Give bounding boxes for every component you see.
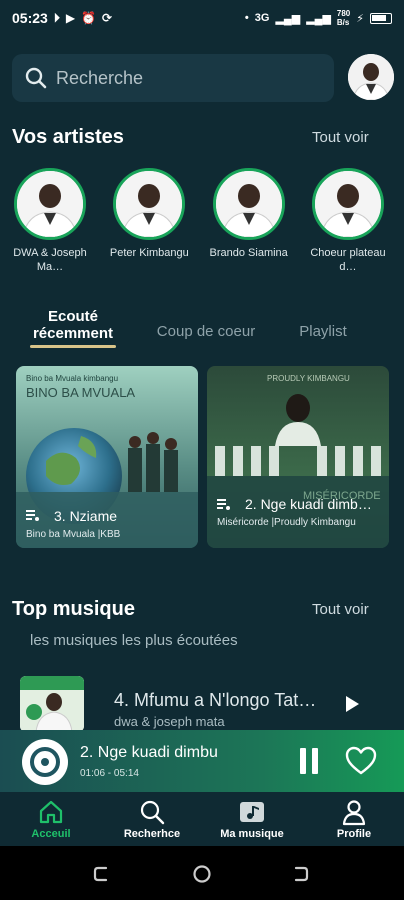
mini-player[interactable]: 2. Nge kuadi dimbu 01:06 - 05:14 [0,730,404,792]
nav-search[interactable]: Recherhce [112,798,192,840]
artist-name: Brando Siamina [209,247,288,259]
album-art-subtext: PROUDLY KIMBANGU [267,374,350,383]
network-type: 3G [254,12,270,24]
disc-icon [22,739,68,785]
artist-avatar [14,168,86,240]
recent-track-title: 2. Nge kuadi dimb… [245,496,372,512]
music-library-icon [240,802,264,822]
artist-avatar [212,168,285,240]
recent-card[interactable]: PROUDLY KIMBANGU MISÉRICORDE 2. Nge kuad… [207,366,389,548]
nav-home[interactable]: Acceuil [11,798,91,840]
nav-my-music-label: Ma musique [220,828,284,840]
artist-card[interactable]: Peter Kimbangu [109,168,189,274]
alarm-icon: ⏰ [81,11,97,25]
status-bar: 05:23 ⏵ ▶ ⏰ ⟳ • 3G ▂▄▆ ▂▄▆ 780 B/s ⚡ [0,0,404,36]
play-status-icon: ⏵ [53,10,60,25]
nav-my-music[interactable]: Ma musique [212,798,292,840]
battery-icon [370,12,392,24]
nav-profile[interactable]: Profile [314,798,394,840]
signal-icon-2: ▂▄▆ [306,12,331,25]
artist-card[interactable]: DWA & Joseph Ma… [10,168,90,274]
heart-icon[interactable] [344,744,378,778]
recent-apps-icon[interactable] [92,864,112,884]
queue-music-icon [26,510,39,521]
album-art-subtext: Bino ba Mvuala kimbangu [26,374,119,383]
network-speed-unit: B/s [336,18,350,27]
recent-track-title: 3. Nziame [54,508,118,524]
sync-icon: ⟳ [102,11,113,25]
artist-avatar [113,168,186,240]
track-row[interactable]: 4. Mfumu a N'longo Tat… dwa & joseph mat… [0,672,404,732]
home-icon [39,800,63,824]
clock: 05:23 [12,10,48,26]
play-icon[interactable] [346,696,359,712]
queue-music-icon [217,499,230,510]
top-music-see-all-link[interactable]: Tout voir [312,601,369,618]
artist-name: Peter Kimbangu [109,247,189,259]
active-tab-indicator [30,345,116,348]
search-icon [140,800,165,825]
artists-section-title: Vos artistes [12,126,124,148]
artist-name: Choeur plateau d… [310,247,386,273]
search-bar[interactable] [12,54,334,102]
now-playing-title: 2. Nge kuadi dimbu [80,744,218,761]
top-music-subtitle: les musiques les plus écoutées [30,632,238,649]
track-artist: dwa & joseph mata [114,714,225,729]
tab-recently-played[interactable]: Ecouté récemment [28,308,118,342]
system-navigation-bar [0,846,404,900]
network-speed: 780 [336,9,351,18]
artists-see-all-link[interactable]: Tout voir [312,129,369,146]
recent-track-subtitle: Miséricorde |Proudly Kimbangu [217,517,356,528]
recent-track-subtitle: Bino ba Mvuala |KBB [26,529,121,540]
person-photo-icon [348,54,394,100]
track-title: 4. Mfumu a N'longo Tat… [114,690,317,710]
track-thumbnail [20,676,84,732]
nav-home-label: Acceuil [31,828,71,840]
artist-card[interactable]: Brando Siamina [209,168,289,274]
pause-button[interactable] [298,748,320,774]
nav-search-label: Recherhce [123,828,181,840]
tab-playlist[interactable]: Playlist [290,323,356,340]
profile-icon [342,800,366,826]
album-art-text: BINO BA MVUALA [26,385,136,400]
artist-card[interactable]: Choeur plateau d… [308,168,388,274]
notification-dot-icon: • [244,12,249,24]
nav-profile-label: Profile [336,828,372,840]
top-music-section-title: Top musique [12,598,135,620]
charging-icon: ⚡ [356,12,364,25]
bottom-navigation: Acceuil Recherhce Ma musique Profile [0,792,404,846]
artist-avatar [311,168,384,240]
artists-list: DWA & Joseph Ma… Peter Kimbangu Brando S… [10,168,400,274]
search-icon [25,67,47,89]
home-button-icon[interactable] [192,864,212,884]
now-playing-time: 01:06 - 05:14 [80,768,139,779]
back-icon[interactable] [290,864,310,884]
artist-name: DWA & Joseph Ma… [13,247,87,273]
profile-avatar[interactable] [348,54,394,100]
signal-icon: ▂▄▆ [275,12,301,25]
library-tabs: Ecouté récemment Coup de coeur Playlist [0,306,404,350]
tab-favorites[interactable]: Coup de coeur [150,323,262,340]
youtube-status-icon: ▶ [65,11,76,25]
search-input[interactable] [56,67,316,89]
recent-card[interactable]: Bino ba Mvuala kimbangu BINO BA MVUALA 3… [16,366,198,548]
